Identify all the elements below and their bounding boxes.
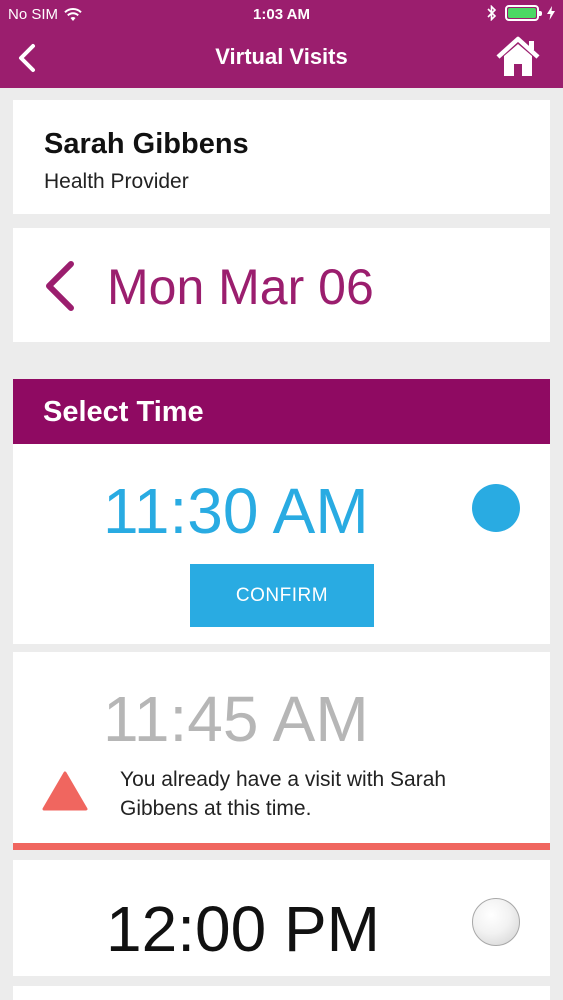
time-slot-label: 11:30 AM [103,475,369,547]
confirm-button[interactable]: CONFIRM [190,564,374,627]
nav-bar: Virtual Visits [0,30,563,88]
previous-day-button[interactable] [41,260,77,312]
time-slot-label: 12:00 PM [106,893,380,965]
time-slot-selected[interactable]: 11:30 AM CONFIRM [13,444,550,644]
selected-date: Mon Mar 06 [107,259,374,315]
conflict-message: You already have a visit with Sarah Gibb… [120,768,447,820]
section-title: Select Time [43,396,204,428]
select-time-header: Select Time [13,379,550,444]
status-bar: No SIM 1:03 AM [0,0,563,30]
home-icon [496,36,540,76]
time-slot-partial[interactable] [13,986,550,1000]
chevron-left-icon [46,261,74,311]
page-title: Virtual Visits [215,44,348,69]
date-selector: Mon Mar 06 [13,228,550,342]
home-button[interactable] [495,36,541,78]
warning-triangle-icon [42,771,88,811]
provider-name: Sarah Gibbens [44,128,249,160]
status-time: 1:03 AM [253,6,310,23]
time-slot-label: 11:45 AM [103,683,369,755]
charging-icon [547,6,555,20]
time-slot-conflict: 11:45 AM You already have a visit with S… [13,652,550,850]
bluetooth-icon [487,5,497,21]
battery-icon [505,5,542,21]
provider-role: Health Provider [44,170,189,193]
provider-card: Sarah Gibbens Health Provider [13,100,550,214]
radio-selected-icon[interactable] [472,484,520,532]
radio-unselected-icon[interactable] [472,898,520,946]
time-slot[interactable]: 12:00 PM [13,860,550,976]
